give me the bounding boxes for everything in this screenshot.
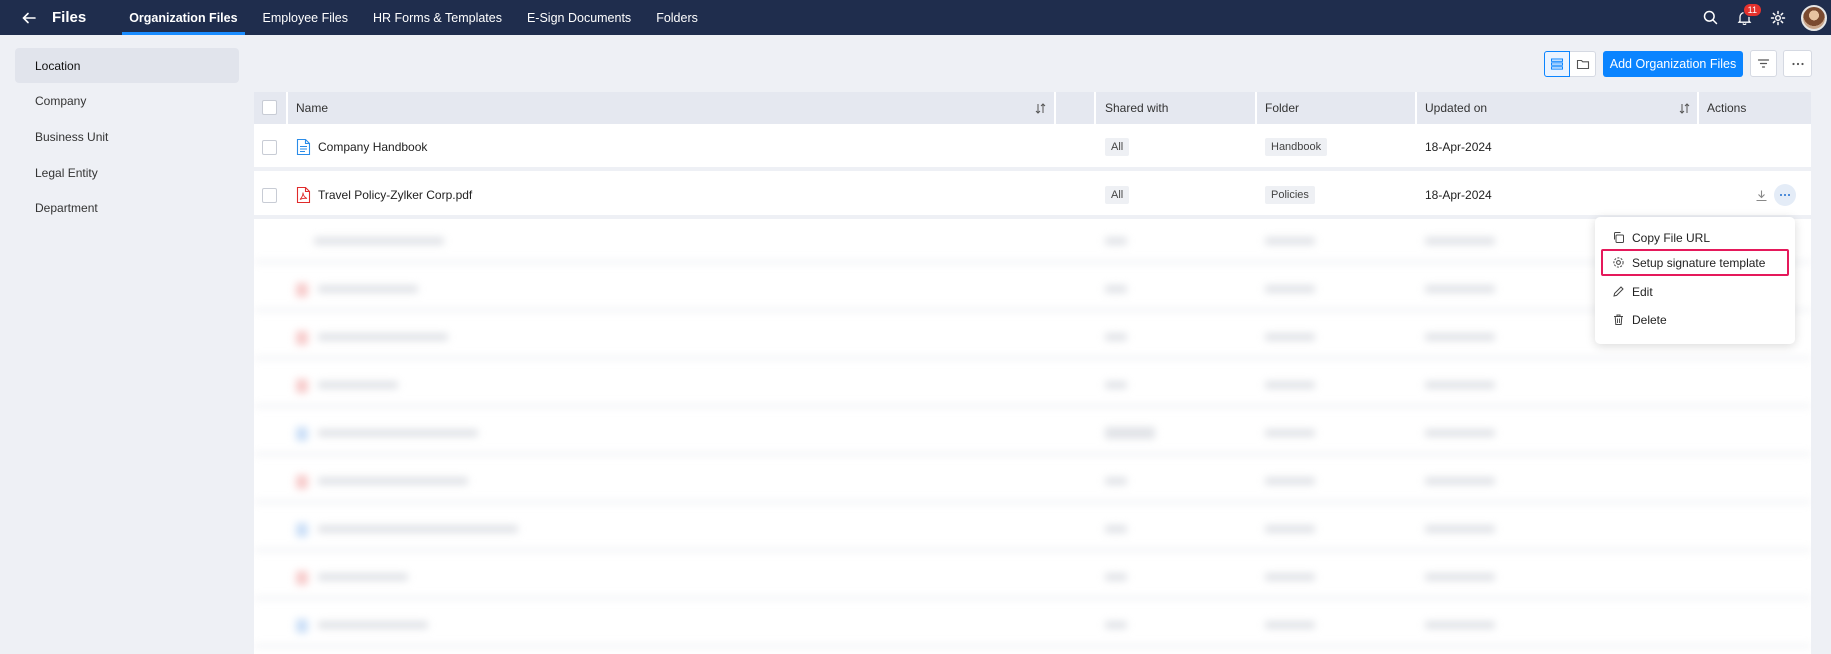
shared-with-badge: All <box>1105 138 1130 156</box>
file-name-link[interactable]: Travel Policy-Zylker Corp.pdf <box>318 175 472 215</box>
menu-item-label: Setup signature template <box>1632 255 1766 270</box>
view-toggle <box>1544 51 1596 77</box>
header-shared-with: Shared with <box>1105 101 1169 115</box>
column-divider <box>1255 92 1257 124</box>
file-name-link[interactable]: Company Handbook <box>318 127 427 167</box>
tab-organization-files[interactable]: Organization Files <box>122 0 245 35</box>
sidebar-item-location[interactable]: Location <box>15 48 239 83</box>
tab-e-sign-documents[interactable]: E-Sign Documents <box>520 0 638 35</box>
table-row[interactable]: Company Handbook All Handbook 18-Apr-202… <box>254 127 1811 171</box>
list-item <box>254 460 1811 504</box>
updated-on-date: 18-Apr-2024 <box>1425 140 1492 154</box>
table-header: Name Shared with Folder Updated on Actio… <box>254 92 1811 124</box>
files-table: Name Shared with Folder Updated on Actio… <box>254 92 1811 654</box>
list-item <box>254 364 1811 408</box>
pdf-file-icon <box>296 175 311 215</box>
user-avatar[interactable] <box>1801 4 1827 31</box>
header-updated-on: Updated on <box>1425 101 1488 115</box>
list-item <box>254 508 1811 552</box>
tab-employee-files[interactable]: Employee Files <box>256 0 355 35</box>
more-options-icon[interactable] <box>1783 50 1812 77</box>
sidebar-item-legal-entity[interactable]: Legal Entity <box>15 155 239 190</box>
filter-icon[interactable] <box>1750 50 1777 77</box>
list-item <box>254 556 1811 600</box>
column-divider <box>1415 92 1417 124</box>
menu-item-setup-signature-template[interactable]: Setup signature template <box>1601 249 1789 276</box>
select-all-checkbox[interactable] <box>262 100 277 115</box>
sort-updated-icon[interactable] <box>1679 92 1693 124</box>
add-organization-files-button[interactable]: Add Organization Files <box>1603 51 1743 77</box>
folder-badge: Policies <box>1265 186 1315 204</box>
header-folder: Folder <box>1265 101 1300 115</box>
header-actions: Actions <box>1707 101 1747 115</box>
tab-hr-forms-templates[interactable]: HR Forms & Templates <box>366 0 509 35</box>
column-divider <box>1697 92 1699 124</box>
tab-folders[interactable]: Folders <box>649 0 705 35</box>
menu-item-copy-file-url[interactable]: Copy File URL <box>1601 224 1789 251</box>
menu-item-label: Delete <box>1632 312 1667 327</box>
top-bar: Files Organization Files Employee Files … <box>0 0 1831 35</box>
header-name: Name <box>296 101 329 115</box>
search-icon[interactable] <box>1699 7 1721 29</box>
back-arrow-icon[interactable] <box>16 5 42 31</box>
menu-item-label: Edit <box>1632 284 1653 299</box>
folder-view-icon[interactable] <box>1570 51 1596 77</box>
table-row[interactable]: Travel Policy-Zylker Corp.pdf All Polici… <box>254 175 1811 219</box>
app-title: Files <box>52 9 87 26</box>
list-item <box>254 412 1811 456</box>
sidebar-item-company[interactable]: Company <box>15 83 239 118</box>
doc-file-icon <box>296 127 311 167</box>
blurred-rows <box>254 220 1811 654</box>
copy-icon <box>1614 232 1624 243</box>
download-icon[interactable] <box>1755 175 1771 215</box>
updated-on-date: 18-Apr-2024 <box>1425 188 1492 202</box>
list-item <box>254 604 1811 648</box>
sort-name-icon[interactable] <box>1035 92 1049 124</box>
list-view-icon[interactable] <box>1544 51 1570 77</box>
pencil-icon <box>1613 286 1624 297</box>
row-checkbox[interactable] <box>262 188 277 203</box>
row-context-menu: Copy File URL Setup signature template E… <box>1595 217 1795 344</box>
menu-item-delete[interactable]: Delete <box>1601 306 1789 333</box>
menu-item-label: Copy File URL <box>1632 230 1711 245</box>
notification-count-badge: 11 <box>1742 2 1762 17</box>
sidebar-item-department[interactable]: Department <box>15 190 239 225</box>
shared-with-badge: All <box>1105 186 1130 204</box>
sidebar: Location Company Business Unit Legal Ent… <box>0 35 246 654</box>
menu-item-edit[interactable]: Edit <box>1601 278 1789 305</box>
row-checkbox[interactable] <box>262 140 277 155</box>
column-divider <box>1094 92 1096 124</box>
gear-icon[interactable] <box>1767 7 1789 29</box>
column-divider <box>286 92 288 124</box>
list-item <box>254 268 1811 312</box>
list-item <box>254 316 1811 360</box>
trash-icon <box>1614 314 1623 325</box>
gear-icon <box>1613 257 1624 268</box>
list-item <box>254 220 1811 264</box>
row-more-options-icon[interactable] <box>1773 175 1797 215</box>
folder-badge: Handbook <box>1265 138 1328 156</box>
column-divider <box>1054 92 1056 124</box>
sidebar-item-business-unit[interactable]: Business Unit <box>15 119 239 154</box>
notification-bell-icon[interactable]: 11 <box>1733 2 1762 29</box>
